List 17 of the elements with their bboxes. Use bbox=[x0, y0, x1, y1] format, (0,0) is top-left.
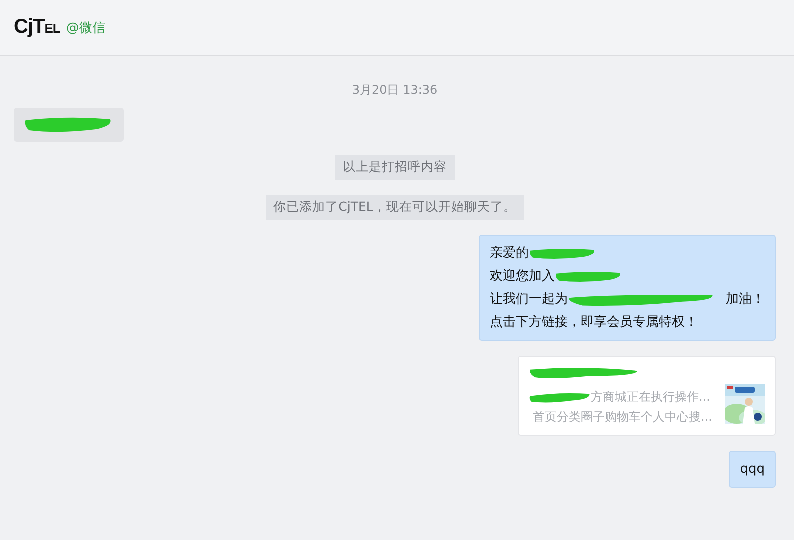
link-card[interactable]: 方商城正在执行操作... 首页分类圈子购物车个人中心搜... bbox=[518, 356, 776, 436]
system-notice: 以上是打招呼内容 bbox=[335, 155, 455, 180]
app-logo: CjTEL bbox=[14, 16, 60, 39]
message-text: qqq bbox=[740, 461, 765, 479]
redaction-mark bbox=[529, 392, 591, 404]
timestamp: 3月20日 13:36 bbox=[352, 82, 438, 99]
message-text: 点击下方链接，即享会员专属特权！ bbox=[490, 314, 698, 332]
message-text: 欢迎您加入 bbox=[490, 268, 555, 286]
link-description: 首页分类圈子购物车个人中心搜... bbox=[532, 409, 711, 426]
redaction-mark bbox=[529, 246, 597, 260]
message-text: 加油！ bbox=[726, 291, 765, 309]
redaction-mark bbox=[555, 270, 623, 284]
message-text: 让我们一起为 bbox=[490, 291, 568, 309]
message-text: 亲爱的 bbox=[490, 245, 529, 263]
link-description: 方商城正在执行操作... bbox=[591, 389, 710, 406]
system-notice: 你已添加了CjTEL，现在可以开始聊天了。 bbox=[266, 195, 524, 220]
account-label: @微信 bbox=[66, 20, 106, 36]
